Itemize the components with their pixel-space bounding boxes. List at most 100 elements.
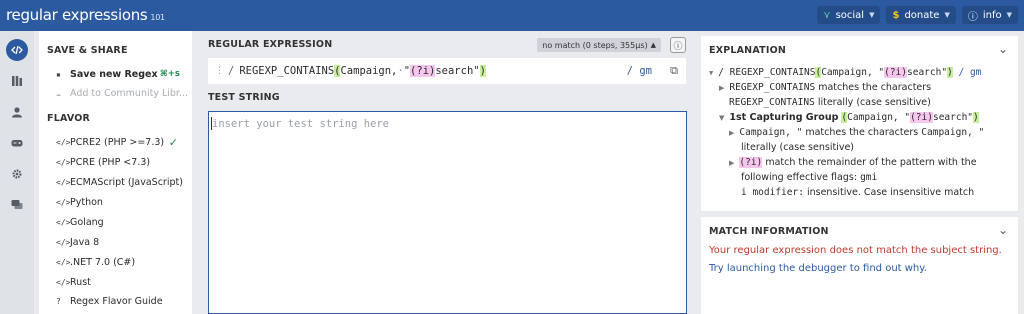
ex-code: REGEXP_CONTAINS (729, 82, 816, 93)
explanation-item[interactable]: ▶ Campaign, " matches the characters Camp… (729, 127, 984, 138)
explanation-heading: EXPLANATION (709, 45, 786, 56)
social-label: social (835, 9, 865, 21)
code-icon: </> (56, 217, 71, 227)
ex-text: literally (case sensitive) (741, 142, 855, 153)
code-icon: </> (56, 177, 71, 187)
left-panel: SAVE & SHARE ▪ Save new Regex ⌘+s ☁ Add … (39, 31, 192, 314)
copy-icon[interactable]: ⧉ (670, 64, 678, 78)
collapse-chevron-icon[interactable]: ⌄ (998, 42, 1008, 56)
expand-triangle-icon: ▶ (719, 84, 725, 92)
ex-code: i modifier: (741, 187, 804, 198)
save-share-heading: SAVE & SHARE (47, 45, 128, 56)
flavor-item-golang[interactable]: </> Golang (56, 214, 190, 230)
regex-inline-flag: (?i) (410, 65, 436, 77)
donate-menu-button[interactable]: $ donate ▼ (886, 6, 956, 24)
code-icon: </> (56, 157, 71, 167)
explanation-item[interactable]: ▶ (?i) match the remainder of the pattern… (729, 157, 977, 168)
ex-root-close: ) (947, 67, 953, 78)
drag-handle-icon[interactable]: ⋮ (215, 66, 224, 76)
chat-nav[interactable] (6, 194, 28, 216)
info-icon: ⓘ (673, 41, 683, 52)
flavor-guide-label: Regex Flavor Guide (70, 295, 163, 307)
app-logo[interactable]: regular expressions 101 (6, 6, 165, 24)
info-menu-button[interactable]: ⓘ info ▼ (961, 6, 1018, 24)
explanation-panel: EXPLANATION ⌄ ▼ / REGEXP_CONTAINS(Campaig… (701, 36, 1018, 211)
chat-icon (11, 200, 23, 209)
settings-nav[interactable] (6, 163, 28, 185)
logo-text: regular expressions (6, 6, 148, 24)
test-string-heading: TEST STRING (208, 92, 280, 103)
info-label: info (982, 9, 1002, 21)
quiz-nav[interactable] (6, 132, 28, 154)
test-string-input[interactable]: insert your test string here (208, 111, 687, 314)
ex-text: match the remainder of the pattern with … (765, 157, 977, 168)
center-panel: REGULAR EXPRESSION no match (0 steps, 35… (200, 31, 694, 314)
regex-prefix: REGEXP_CONTAINS (239, 65, 335, 77)
no-match-error: Your regular expression does not match t… (709, 245, 1002, 256)
save-shortcut: ⌘+s (159, 69, 180, 79)
ex-group-close: ) (973, 112, 979, 123)
regex-input[interactable]: ⋮ / REGEXP_CONTAINS(Campaign, · " (?i) searc… (208, 58, 686, 84)
flavor-label: .NET 7.0 (C#) (70, 256, 136, 268)
test-string-placeholder: insert your test string here (212, 118, 390, 130)
regex-editor-nav[interactable] (6, 39, 28, 61)
match-status-badge: no match (0 steps, 355µs) ▲ (537, 38, 661, 52)
ex-code: Campaign, " (739, 127, 803, 138)
explanation-item: REGEXP_CONTAINS literally (case sensitiv… (729, 97, 931, 108)
add-community-button[interactable]: ☁ Add to Community Libr... (56, 85, 190, 101)
flavor-item-pcre[interactable]: </> PCRE (PHP <7.3) (56, 154, 190, 170)
quiz-icon (11, 140, 23, 147)
settings-icon (12, 169, 22, 179)
debugger-link[interactable]: Try launching the debugger to find out w… (709, 263, 927, 274)
chevron-down-icon: ▼ (869, 11, 875, 19)
explanation-group[interactable]: ▼ 1st Capturing Group (Campaign, "(?i)sea… (719, 112, 979, 123)
ex-text: following effective flags: (741, 172, 858, 183)
ex-code: REGEXP_CONTAINS (729, 97, 815, 108)
checkmark-icon: ✓ (168, 135, 178, 149)
explanation-item: i modifier: insensitive. Case insensitiv… (741, 187, 974, 198)
flavor-label: Java 8 (70, 236, 100, 248)
save-regex-label: Save new Regex (70, 68, 158, 80)
explanation-item: literally (case sensitive) (741, 142, 854, 153)
ex-text: literally (case sensitive) (817, 97, 931, 108)
regex-delimiter: / (228, 65, 235, 77)
ex-group-flag: (?i) (910, 112, 933, 123)
flavor-item-python[interactable]: </> Python (56, 194, 190, 210)
regex-word: search (435, 65, 474, 77)
ex-group-label: 1st Capturing Group (729, 112, 839, 123)
community-icon: ☁ (56, 88, 61, 98)
top-bar: regular expressions 101 ⋎ social ▼ $ dona… (0, 0, 1024, 31)
code-icon: </> (56, 137, 71, 147)
flavor-item-java[interactable]: </> Java 8 (56, 234, 190, 250)
collapse-chevron-icon[interactable]: ⌄ (998, 223, 1008, 237)
regex-flags[interactable]: / gm (627, 65, 652, 77)
ex-text: insensitive. Case insensitive match (806, 187, 975, 198)
code-icon: </> (56, 197, 71, 207)
code-icon: </> (56, 277, 71, 287)
explanation-root[interactable]: ▼ / REGEXP_CONTAINS(Campaign, "(?i)search… (709, 67, 981, 78)
logo-version: 101 (150, 13, 165, 22)
flavor-guide-link[interactable]: ? Regex Flavor Guide (56, 293, 190, 309)
flavor-item-ecmascript[interactable]: </> ECMAScript (JavaScript) (56, 174, 190, 190)
social-menu-button[interactable]: ⋎ social ▼ (817, 6, 881, 24)
flavor-item-rust[interactable]: </> Rust (56, 274, 190, 290)
save-regex-button[interactable]: ▪ Save new Regex ⌘+s (56, 66, 190, 82)
flavor-label: Rust (70, 276, 91, 288)
regex-info-button[interactable]: ⓘ (670, 37, 686, 53)
ex-flag: (?i) (739, 157, 763, 168)
floppy-disk-icon: ▪ (56, 69, 61, 79)
ex-root-end: search" (907, 67, 948, 78)
user-icon (12, 107, 22, 118)
flavor-item-pcre2[interactable]: </> PCRE2 (PHP >=7.3) ✓ (56, 134, 190, 150)
account-nav[interactable] (6, 101, 28, 123)
add-community-label: Add to Community Libr... (70, 87, 189, 99)
code-icon (11, 45, 23, 55)
explanation-item: following effective flags: gmi (741, 172, 877, 183)
top-nav: ⋎ social ▼ $ donate ▼ ⓘ info ▼ (817, 6, 1018, 24)
flavor-item-dotnet[interactable]: </> .NET 7.0 (C#) (56, 254, 190, 270)
explanation-item[interactable]: ▶ REGEXP_CONTAINS matches the characters (719, 82, 931, 93)
ex-group-end: search" (932, 112, 974, 123)
library-icon (12, 76, 22, 86)
library-nav[interactable] (6, 70, 28, 92)
flavor-label: PCRE2 (PHP >=7.3) (70, 136, 165, 148)
